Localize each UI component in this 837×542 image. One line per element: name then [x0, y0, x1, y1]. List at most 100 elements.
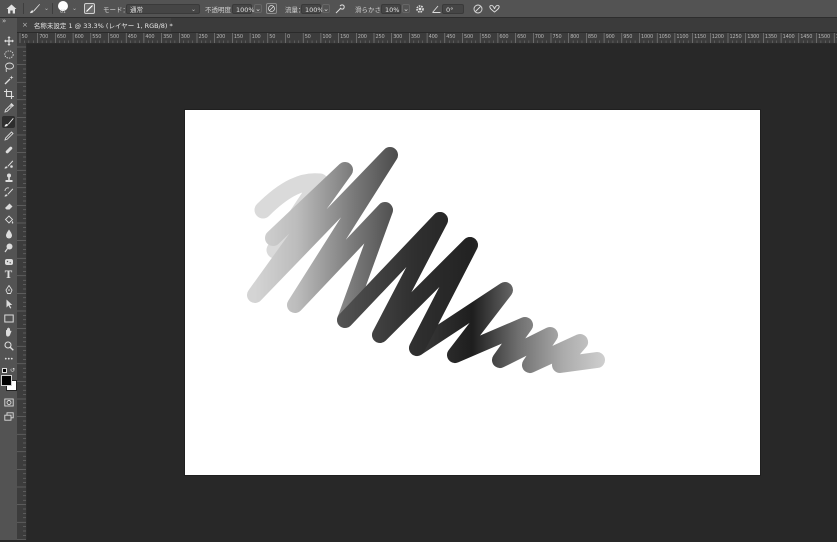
- brush-size-picker[interactable]: 61: [58, 0, 68, 17]
- brush-tool-preset-icon[interactable]: [29, 0, 41, 17]
- pressure-opacity-icon[interactable]: [266, 0, 277, 17]
- ruler-label: 150: [340, 34, 350, 40]
- gear-icon[interactable]: [415, 0, 425, 17]
- ruler-label: 100: [251, 34, 261, 40]
- history-brush-tool-icon[interactable]: [2, 186, 15, 198]
- crop-tool-icon[interactable]: [2, 88, 15, 100]
- rectangle-tool-icon[interactable]: [2, 312, 15, 324]
- airbrush-icon[interactable]: [335, 0, 346, 17]
- hand-tool-icon[interactable]: [2, 326, 15, 338]
- ruler-label: 850: [587, 34, 597, 40]
- blur-tool-icon[interactable]: [2, 228, 15, 240]
- angle-value: 0°: [442, 3, 464, 14]
- horizontal-ruler[interactable]: 50 700 650 600 550 500 450 400 350 300 250 200 150 10…: [17, 33, 837, 44]
- ruler-label: 1400: [782, 34, 795, 40]
- ruler-label: 400: [428, 34, 438, 40]
- flow-dropdown[interactable]: ⌄: [322, 0, 330, 17]
- ruler-label: 1100: [676, 34, 689, 40]
- document-tab[interactable]: × 名称未設定 1 @ 33.3% (レイヤー 1, RGB/8) *: [17, 18, 173, 32]
- ruler-label: 200: [216, 34, 226, 40]
- move-tool-icon[interactable]: [2, 35, 15, 47]
- mode-select[interactable]: 通常 ⌄: [126, 0, 200, 17]
- document-tab-bar: × 名称未設定 1 @ 33.3% (レイヤー 1, RGB/8) *: [17, 18, 837, 33]
- ruler-label: 150: [233, 34, 243, 40]
- ruler-label: 250: [375, 34, 385, 40]
- dodge-tool-icon[interactable]: [2, 242, 15, 254]
- chevron-down-icon[interactable]: ⌄: [72, 0, 77, 17]
- canvas-workspace[interactable]: [27, 44, 837, 540]
- home-icon[interactable]: [6, 0, 17, 17]
- ruler-label: 450: [446, 34, 456, 40]
- flow-value: 100%: [301, 3, 324, 14]
- ruler-label: 450: [127, 34, 137, 40]
- default-colors-icon[interactable]: [2, 368, 7, 373]
- options-bar: ⌄ 61 ⌄ モード： 通常 ⌄ 不透明度： 100% ⌄ 流量： 100% ⌄…: [0, 0, 837, 18]
- color-reset-swap: ↺: [2, 367, 15, 375]
- clone-stamp-tool-icon[interactable]: [2, 172, 15, 184]
- marquee-tool-icon[interactable]: [2, 48, 15, 60]
- document-canvas[interactable]: [185, 110, 760, 475]
- chevron-down-icon[interactable]: ⌄: [44, 0, 49, 17]
- more-tools-icon[interactable]: •••: [2, 354, 15, 366]
- symmetry-icon[interactable]: [489, 0, 500, 17]
- ruler-label: 1000: [641, 34, 653, 40]
- ruler-label: 1050: [658, 34, 671, 40]
- ruler-label: 550: [481, 34, 491, 40]
- close-icon[interactable]: ×: [22, 21, 28, 29]
- smoothing-field[interactable]: 10%: [381, 0, 401, 17]
- paint-bucket-tool-icon[interactable]: [2, 214, 15, 226]
- pencil-tool-icon[interactable]: [2, 130, 15, 142]
- angle-field[interactable]: 0°: [442, 0, 464, 17]
- collapse-toolbar-icon[interactable]: »: [2, 17, 6, 25]
- sponge-tool-icon[interactable]: [2, 256, 15, 268]
- zoom-tool-icon[interactable]: [2, 340, 15, 352]
- pen-tool-icon[interactable]: [2, 284, 15, 296]
- screen-mode-icon[interactable]: [2, 410, 15, 422]
- brush-strokes: [247, 147, 605, 373]
- ruler-label: 1450: [800, 34, 813, 40]
- opacity-value: 100%: [232, 3, 255, 14]
- chevron-down-icon: ⌄: [190, 5, 196, 13]
- text-tool-icon[interactable]: T: [2, 270, 15, 282]
- pressure-size-icon[interactable]: [472, 0, 483, 17]
- ruler-label: 800: [570, 34, 580, 40]
- ruler-label: 1350: [764, 34, 777, 40]
- smoothing-value: 10%: [381, 3, 401, 14]
- ruler-label: 650: [56, 34, 66, 40]
- ruler-label: 950: [623, 34, 633, 40]
- ruler-label: 1150: [694, 34, 707, 40]
- lasso-tool-icon[interactable]: [2, 61, 15, 73]
- smoothing-dropdown[interactable]: ⌄: [402, 0, 410, 17]
- ruler-label: 700: [39, 34, 49, 40]
- ruler-label: 1500: [818, 34, 830, 40]
- ruler-label: 1250: [729, 34, 742, 40]
- vertical-ruler[interactable]: [17, 43, 27, 541]
- brush-settings-panel-icon[interactable]: [84, 0, 95, 17]
- ruler-label: 700: [534, 34, 544, 40]
- magic-wand-tool-icon[interactable]: [2, 74, 15, 86]
- ruler-label: 50: [269, 34, 276, 40]
- ruler-label: 500: [110, 34, 119, 40]
- mixer-brush-tool-icon[interactable]: [2, 158, 15, 170]
- brush-tool-icon[interactable]: [2, 116, 15, 128]
- opacity-dropdown[interactable]: ⌄: [254, 0, 262, 17]
- spot-healing-tool-icon[interactable]: [2, 144, 15, 156]
- ruler-label: 300: [393, 34, 403, 40]
- ruler-label: 100: [322, 34, 332, 40]
- ruler-label: 600: [499, 34, 509, 40]
- path-selection-tool-icon[interactable]: [2, 298, 15, 310]
- swap-colors-icon[interactable]: ↺: [10, 367, 15, 374]
- ruler-label: 600: [74, 34, 84, 40]
- mode-value: 通常: [130, 5, 143, 14]
- ruler-label: 900: [605, 34, 615, 40]
- ruler-label: 1200: [711, 34, 724, 40]
- ruler-label: 1300: [747, 34, 760, 40]
- foreground-color-swatch[interactable]: [1, 375, 12, 386]
- ruler-label: 550: [92, 34, 102, 40]
- eraser-tool-icon[interactable]: [2, 200, 15, 212]
- document-tab-title: 名称未設定 1 @ 33.3% (レイヤー 1, RGB/8) *: [33, 22, 173, 30]
- opacity-field[interactable]: 100%: [232, 0, 255, 17]
- flow-field[interactable]: 100%: [301, 0, 324, 17]
- quick-mask-icon[interactable]: [2, 396, 15, 408]
- eyedropper-tool-icon[interactable]: [2, 102, 15, 114]
